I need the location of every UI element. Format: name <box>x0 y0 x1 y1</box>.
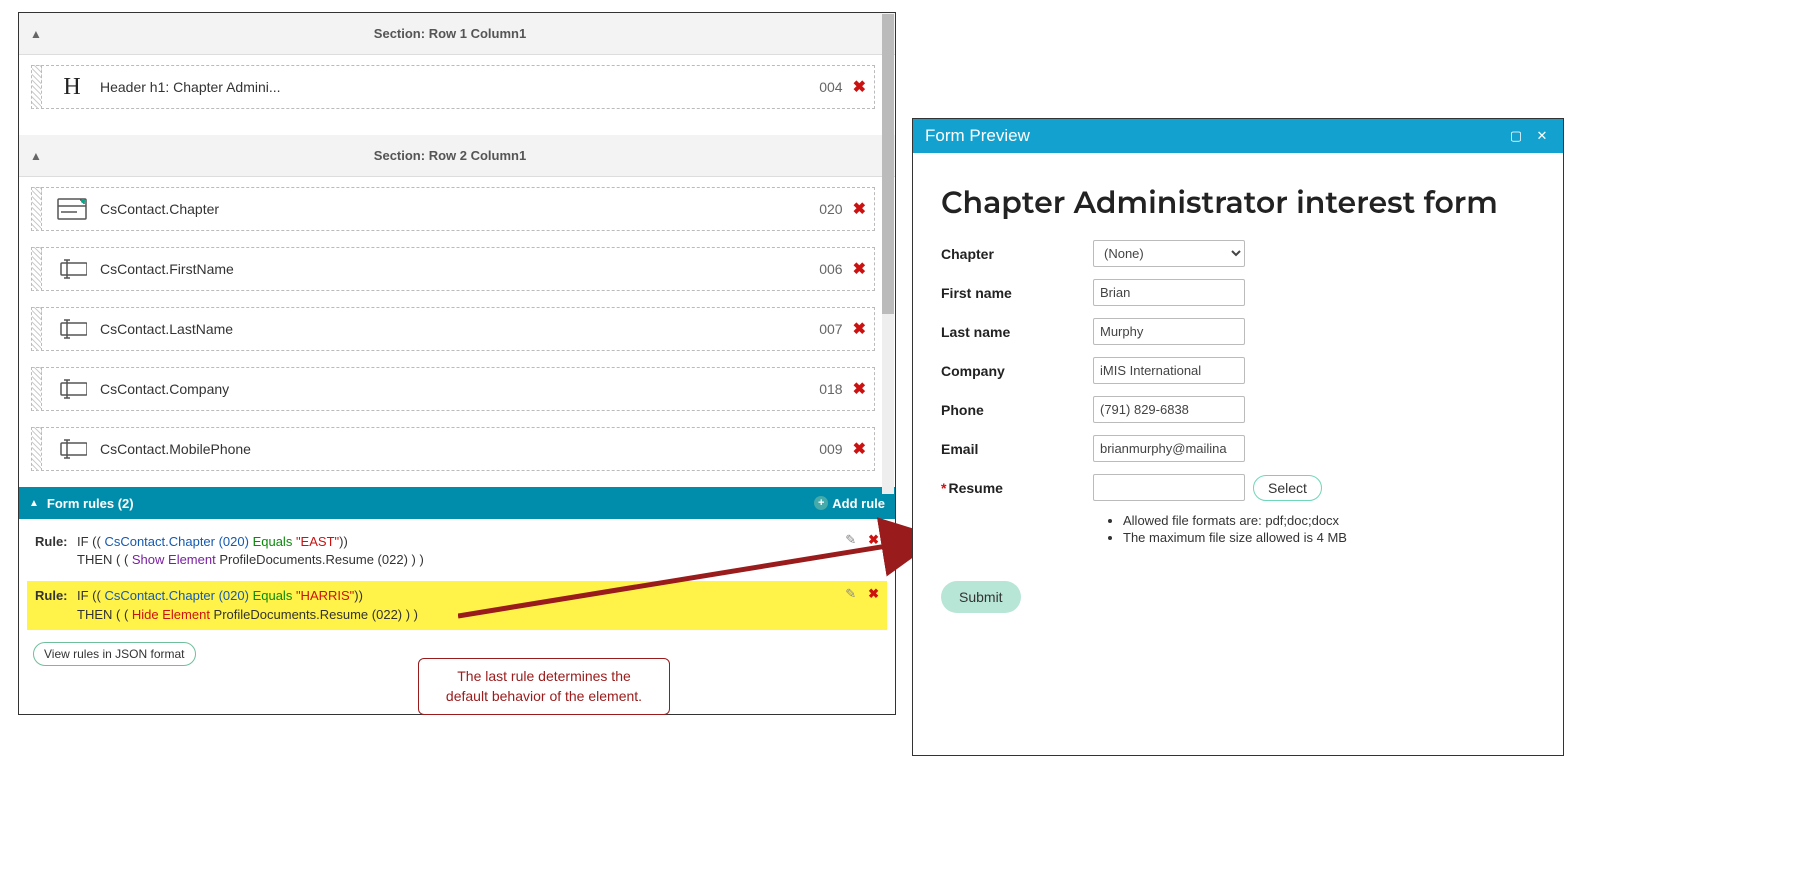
delete-icon[interactable]: ✖ <box>853 379 866 399</box>
rule-expression: IF (( CsContact.Chapter (020) Equals "HA… <box>77 587 418 623</box>
item-number: 020 <box>819 201 842 217</box>
text-input-icon <box>57 259 87 279</box>
item-number: 004 <box>819 79 842 95</box>
item-label: CsContact.MobilePhone <box>100 441 819 457</box>
item-label: CsContact.FirstName <box>100 261 819 277</box>
email-label: Email <box>941 441 1093 457</box>
email-field[interactable] <box>1093 435 1245 462</box>
annotation-callout: The last rule determines the default beh… <box>418 658 670 715</box>
chapter-select[interactable]: (None) <box>1093 240 1245 267</box>
edit-rule-icon[interactable]: ✎ <box>845 585 856 603</box>
file-hint-formats: Allowed file formats are: pdf;doc;docx <box>1123 513 1535 528</box>
first-name-row: First name <box>941 279 1535 306</box>
drag-handle-icon[interactable] <box>32 247 42 291</box>
designer-item[interactable]: CsContact.LastName007 ✖ <box>31 307 875 351</box>
delete-rule-icon[interactable]: ✖ <box>868 585 879 603</box>
card-icon <box>57 198 87 220</box>
delete-icon[interactable]: ✖ <box>853 77 866 97</box>
text-input-icon <box>57 319 87 339</box>
last-name-row: Last name <box>941 318 1535 345</box>
window-title: Form Preview <box>925 126 1030 146</box>
phone-row: Phone <box>941 396 1535 423</box>
submit-button[interactable]: Submit <box>941 581 1021 613</box>
designer-item[interactable]: CsContact.Company018 ✖ <box>31 367 875 411</box>
file-hint-size: The maximum file size allowed is 4 MB <box>1123 530 1535 545</box>
rules-body: Rule:IF (( CsContact.Chapter (020) Equal… <box>19 519 895 678</box>
section-2-items: CsContact.Chapter020✖CsContact.FirstName… <box>19 177 895 471</box>
company-row: Company <box>941 357 1535 384</box>
phone-label: Phone <box>941 402 1093 418</box>
callout-line-2: default behavior of the element. <box>429 687 659 707</box>
text-input-icon <box>57 439 87 459</box>
item-label: CsContact.LastName <box>100 321 819 337</box>
item-label: Header h1: Chapter Admini... <box>100 79 819 95</box>
drag-handle-icon[interactable] <box>32 427 42 471</box>
rules-header-label: Form rules (2) <box>47 496 134 511</box>
designer-item[interactable]: CsContact.FirstName006 ✖ <box>31 247 875 291</box>
section-title-2: Section: Row 2 Column1 <box>19 148 881 163</box>
rule-expression: IF (( CsContact.Chapter (020) Equals "EA… <box>77 533 424 569</box>
item-number: 006 <box>819 261 842 277</box>
form-rule: Rule:IF (( CsContact.Chapter (020) Equal… <box>27 527 887 575</box>
text-input-icon <box>57 379 87 399</box>
phone-field[interactable] <box>1093 396 1245 423</box>
header-icon: H <box>63 74 80 101</box>
edit-rule-icon[interactable]: ✎ <box>845 531 856 549</box>
scrollbar[interactable] <box>882 14 894 494</box>
item-label: CsContact.Chapter <box>100 201 819 217</box>
last-name-field[interactable] <box>1093 318 1245 345</box>
form-designer-panel: ▲ Section: Row 1 Column1 H Header h1: Cha… <box>18 12 896 715</box>
close-icon[interactable]: ✕ <box>1533 128 1551 144</box>
form-heading: Chapter Administrator interest form <box>941 183 1535 222</box>
delete-icon[interactable]: ✖ <box>853 199 866 219</box>
delete-icon[interactable]: ✖ <box>853 259 866 279</box>
delete-icon[interactable]: ✖ <box>853 439 866 459</box>
select-file-button[interactable]: Select <box>1253 475 1322 501</box>
form-preview-body: Chapter Administrator interest form Chap… <box>913 153 1563 643</box>
section-header-1[interactable]: ▲ Section: Row 1 Column1 <box>19 13 895 55</box>
resume-label: *Resume <box>941 480 1093 496</box>
designer-item[interactable]: H Header h1: Chapter Admini...004 ✖ <box>31 65 875 109</box>
email-row: Email <box>941 435 1535 462</box>
view-rules-json-button[interactable]: View rules in JSON format <box>33 642 196 666</box>
section-1-items: H Header h1: Chapter Admini...004 ✖ <box>19 55 895 135</box>
section-title-1: Section: Row 1 Column1 <box>19 26 881 41</box>
delete-rule-icon[interactable]: ✖ <box>868 531 879 549</box>
item-label: CsContact.Company <box>100 381 819 397</box>
rule-prefix: Rule: <box>35 533 77 551</box>
company-label: Company <box>941 363 1093 379</box>
first-name-label: First name <box>941 285 1093 301</box>
form-rule: Rule:IF (( CsContact.Chapter (020) Equal… <box>27 581 887 629</box>
last-name-label: Last name <box>941 324 1093 340</box>
company-field[interactable] <box>1093 357 1245 384</box>
collapse-icon[interactable]: ▲ <box>29 498 39 509</box>
add-rule-button[interactable]: + Add rule <box>814 496 885 511</box>
chapter-label: Chapter <box>941 246 1093 262</box>
drag-handle-icon[interactable] <box>32 65 42 109</box>
form-rules-header[interactable]: ▲ Form rules (2) + Add rule <box>19 487 895 519</box>
form-preview-titlebar: Form Preview ▢ ✕ <box>913 119 1563 153</box>
designer-item[interactable]: CsContact.Chapter020 ✖ <box>31 187 875 231</box>
item-number: 018 <box>819 381 842 397</box>
add-rule-label: Add rule <box>832 496 885 511</box>
file-hints: Allowed file formats are: pdf;doc;docx T… <box>1109 513 1535 545</box>
maximize-icon[interactable]: ▢ <box>1507 128 1525 144</box>
rule-prefix: Rule: <box>35 587 77 605</box>
chapter-row: Chapter (None) <box>941 240 1535 267</box>
callout-line-1: The last rule determines the <box>429 667 659 687</box>
resume-file-field[interactable] <box>1093 474 1245 501</box>
item-number: 007 <box>819 321 842 337</box>
drag-handle-icon[interactable] <box>32 307 42 351</box>
resume-row: *Resume Select <box>941 474 1535 501</box>
section-header-2[interactable]: ▲ Section: Row 2 Column1 <box>19 135 895 177</box>
scrollbar-thumb[interactable] <box>882 14 894 314</box>
item-number: 009 <box>819 441 842 457</box>
drag-handle-icon[interactable] <box>32 187 42 231</box>
form-preview-window: Form Preview ▢ ✕ Chapter Administrator i… <box>912 118 1564 756</box>
designer-item[interactable]: CsContact.MobilePhone009 ✖ <box>31 427 875 471</box>
plus-icon: + <box>814 496 828 510</box>
delete-icon[interactable]: ✖ <box>853 319 866 339</box>
first-name-field[interactable] <box>1093 279 1245 306</box>
drag-handle-icon[interactable] <box>32 367 42 411</box>
